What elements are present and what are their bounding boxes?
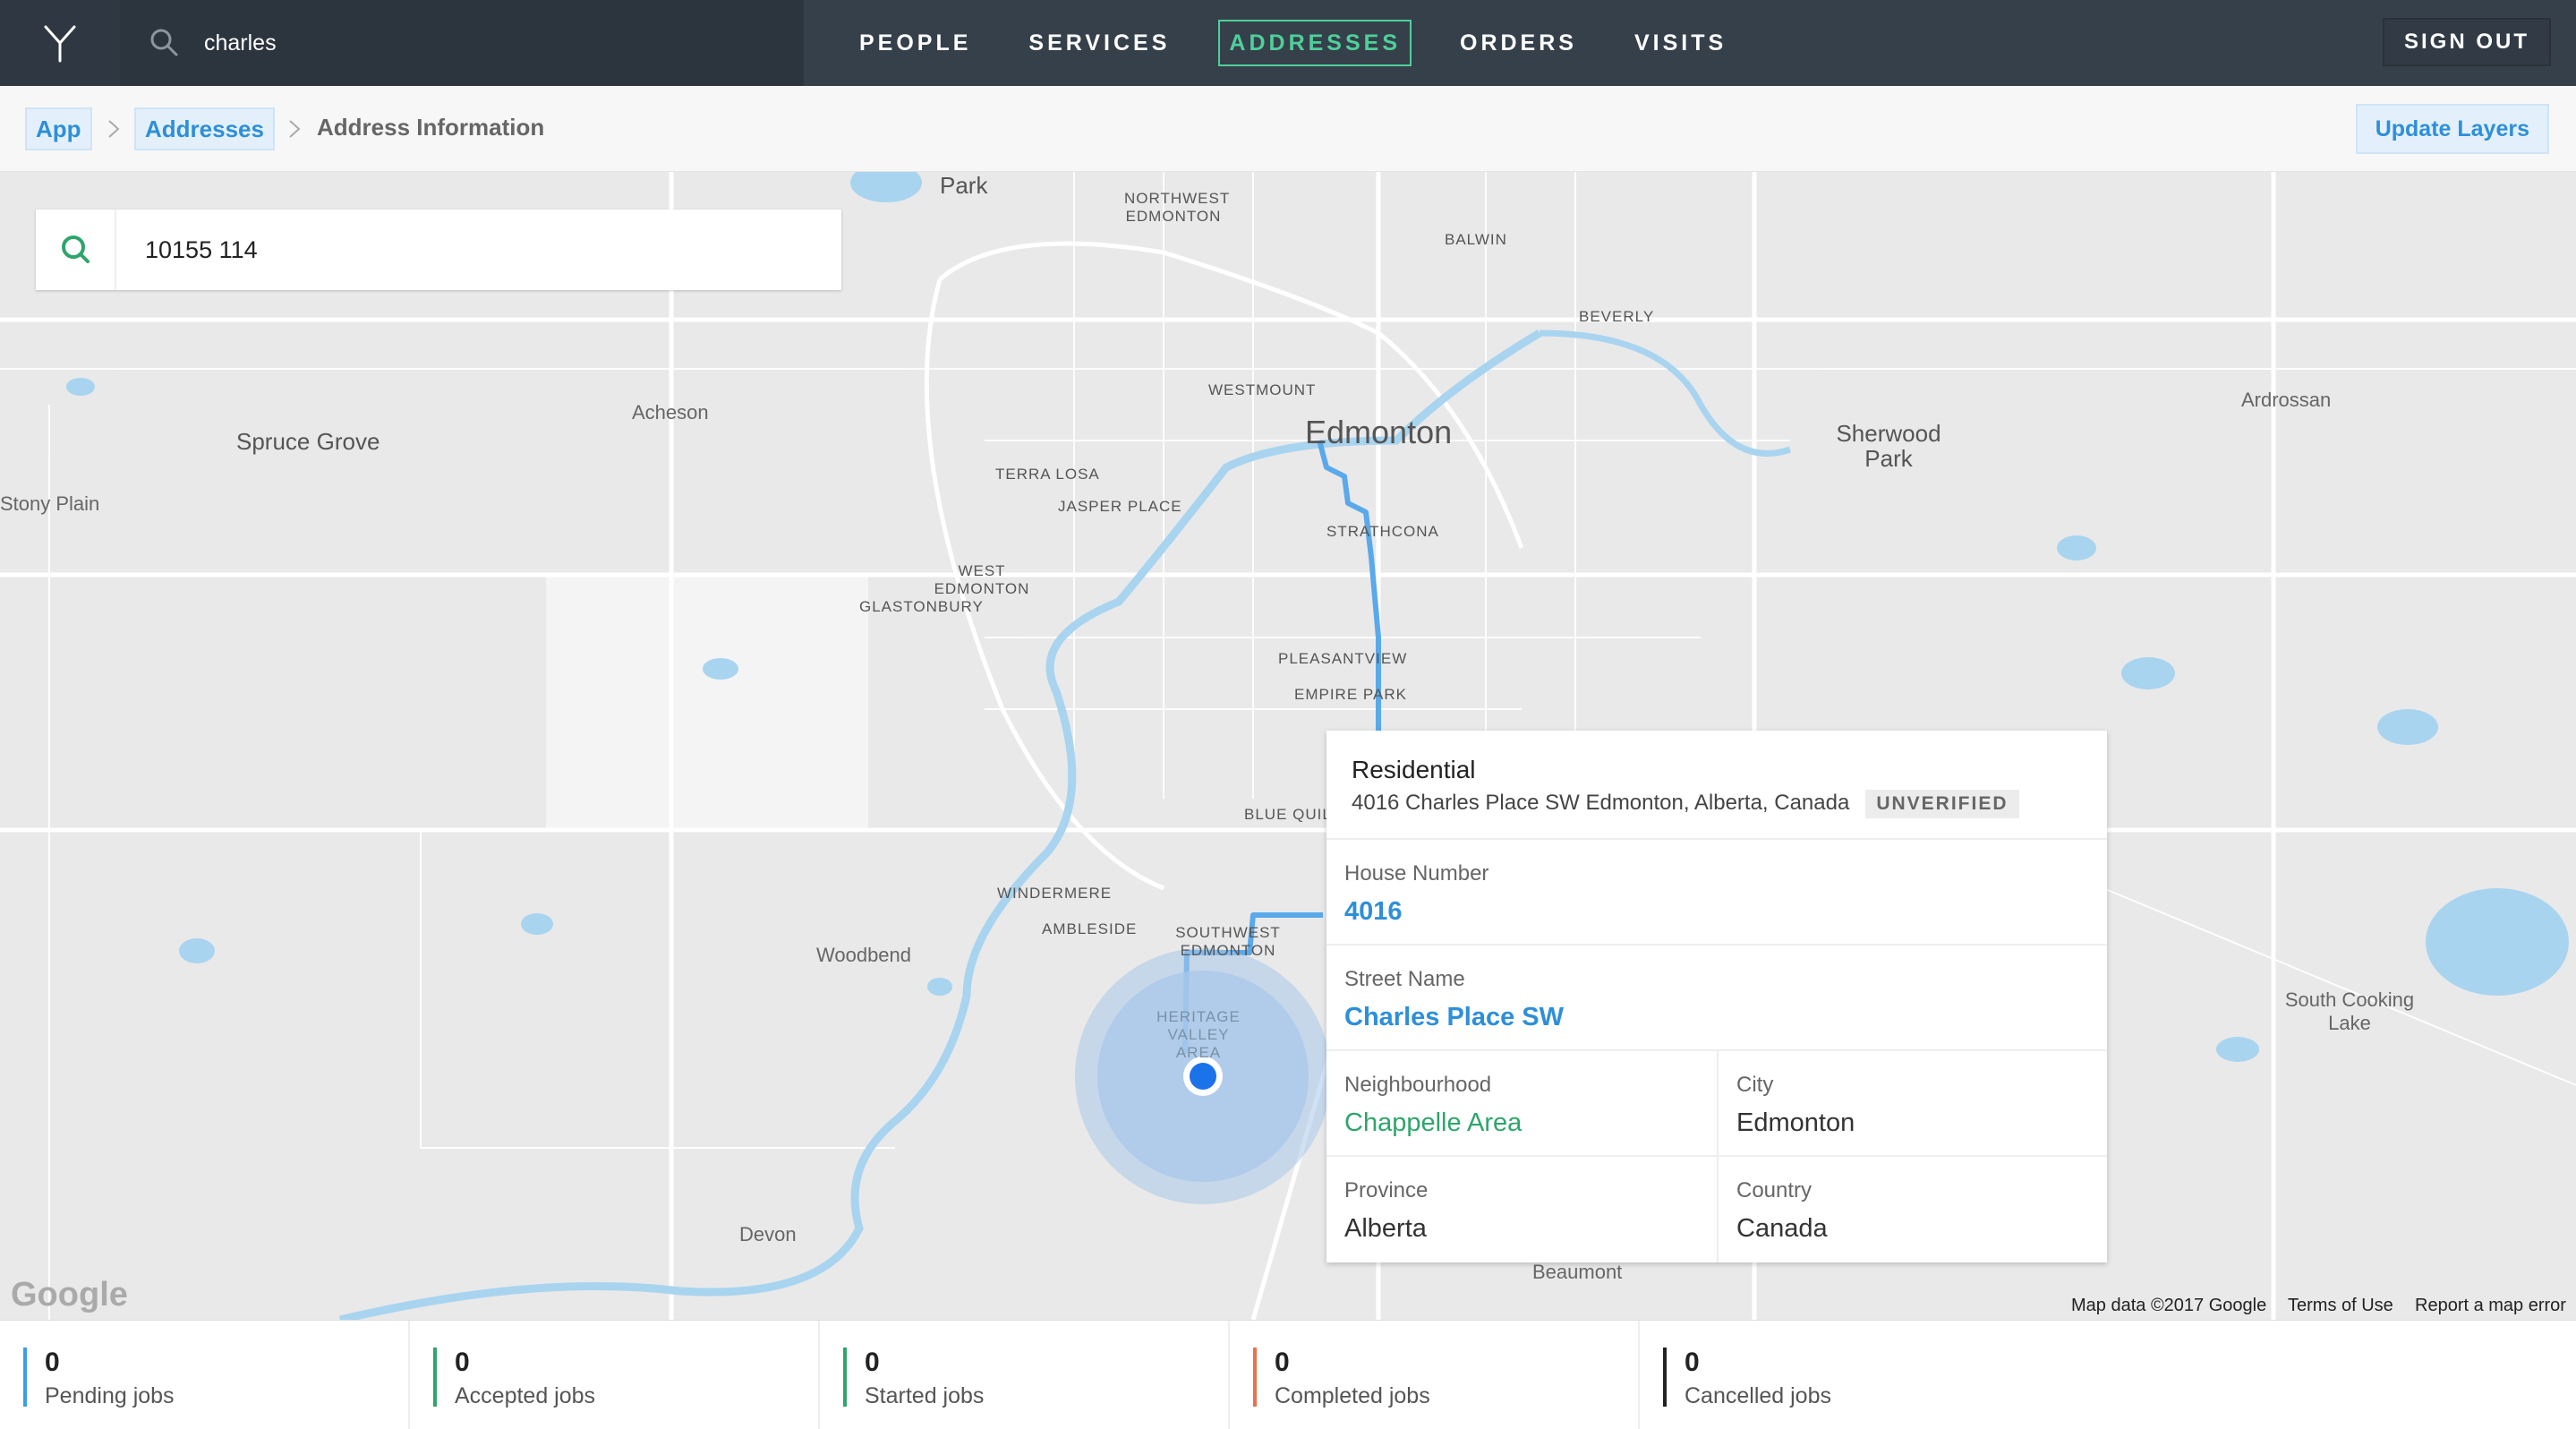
address-search-box[interactable]: 10155 114 (36, 210, 841, 290)
map-label: JASPER PLACE (1058, 498, 1182, 515)
field-label: Neighbourhood (1344, 1073, 1492, 1097)
city-value: Edmonton (1736, 1108, 1855, 1137)
update-layers-button[interactable]: Update Layers (2355, 104, 2549, 154)
search-icon (62, 235, 90, 263)
report-map-error-link[interactable]: Report a map error (2415, 1296, 2566, 1316)
map-label: STRATHCONA (1326, 523, 1439, 540)
map-label: Woodbend (816, 944, 912, 966)
status-badge: UNVERIFIED (1865, 790, 2019, 818)
app-logo[interactable] (0, 0, 120, 86)
stat-color-bar (1663, 1348, 1667, 1407)
stat-count: 0 (1275, 1348, 1290, 1377)
chevron-right-icon (289, 120, 301, 138)
stat-label: Cancelled jobs (1685, 1383, 1831, 1408)
full-address: 4016 Charles Place SW Edmonton, Alberta,… (1352, 791, 1850, 815)
map-data-attribution: Map data ©2017 Google (2071, 1296, 2267, 1315)
address-type: Residential (1352, 756, 1476, 783)
breadcrumb-addresses[interactable]: Addresses (134, 107, 275, 150)
map-label: WEST EDMONTON (934, 562, 1030, 597)
google-logo: Google (11, 1276, 128, 1313)
search-button[interactable] (36, 210, 116, 290)
province-country-row: Province Alberta Country Canada (1326, 1157, 2107, 1262)
map-label: NORTHWEST EDMONTON (1124, 190, 1231, 225)
breadcrumb: App Addresses Address Information Update… (0, 86, 2576, 172)
map-label: South Cooking Lake (2284, 988, 2415, 1034)
map-label: HERITAGE VALLEY AREA (1156, 1008, 1241, 1061)
stat-label: Pending jobs (45, 1383, 175, 1408)
street-name-row: Street Name Charles Place SW (1326, 946, 2107, 1051)
map-label: EMPIRE PARK (1294, 686, 1407, 703)
map-view[interactable]: Park NORTHWEST EDMONTON BALWIN BEVERLY W… (0, 172, 2576, 1320)
stat-completed[interactable]: 0 Completed jobs (1230, 1321, 1640, 1429)
field-label: House Number (1344, 861, 1489, 886)
map-label: SOUTHWEST EDMONTON (1175, 924, 1281, 959)
global-search[interactable]: charles (120, 0, 804, 86)
top-navigation-bar: charles PEOPLE SERVICES ADDRESSES ORDERS… (0, 0, 2576, 86)
neighbourhood-value[interactable]: Chappelle Area (1344, 1108, 1522, 1138)
map-label: Sherwood Park (1836, 420, 1941, 472)
breadcrumb-current: Address Information (317, 114, 545, 141)
map-label: Devon (739, 1223, 797, 1245)
map-label: TERRA LOSA (995, 466, 1100, 483)
chevron-right-icon (108, 120, 120, 138)
map-label: AMBLESIDE (1042, 920, 1138, 937)
map-label: Ardrossan (2241, 389, 2332, 411)
field-label: Province (1344, 1178, 1429, 1202)
neighbourhood-city-row: Neighbourhood Chappelle Area City Edmont… (1326, 1051, 2107, 1157)
stat-accepted[interactable]: 0 Accepted jobs (410, 1321, 820, 1429)
stat-color-bar (23, 1348, 27, 1407)
search-icon (150, 29, 178, 56)
map-label: Beaumont (1532, 1261, 1623, 1283)
field-label: City (1736, 1073, 1774, 1097)
stat-label: Completed jobs (1275, 1383, 1430, 1408)
main-nav: PEOPLE SERVICES ADDRESSES ORDERS VISITS (850, 0, 1775, 86)
stat-label: Started jobs (865, 1383, 985, 1408)
terms-of-use-link[interactable]: Terms of Use (2288, 1296, 2393, 1316)
map-label: Spruce Grove (236, 428, 380, 455)
stat-label: Accepted jobs (455, 1383, 596, 1408)
global-search-input[interactable]: charles (204, 25, 277, 61)
address-info-card: Residential 4016 Charles Place SW Edmont… (1326, 731, 2107, 1262)
stat-count: 0 (1685, 1348, 1700, 1377)
map-label: Park (940, 172, 988, 199)
nav-addresses[interactable]: ADDRESSES (1218, 20, 1412, 66)
job-stats-bar: 0 Pending jobs 0 Accepted jobs 0 Started… (0, 1320, 2576, 1429)
breadcrumb-app[interactable]: App (25, 107, 92, 150)
address-search-input[interactable]: 10155 114 (145, 210, 258, 290)
card-header: Residential 4016 Charles Place SW Edmont… (1326, 731, 2107, 840)
stat-color-bar (1253, 1348, 1257, 1407)
nav-orders[interactable]: ORDERS (1451, 21, 1586, 64)
stat-count: 0 (45, 1348, 60, 1377)
province-value: Alberta (1344, 1214, 1427, 1243)
field-label: Street Name (1344, 967, 1465, 991)
map-label: PLEASANTVIEW (1278, 650, 1408, 667)
stat-color-bar (433, 1348, 437, 1407)
stat-color-bar (843, 1348, 847, 1407)
house-number-value[interactable]: 4016 (1344, 897, 1488, 927)
map-label: Stony Plain (0, 492, 100, 515)
map-canvas[interactable] (0, 172, 2576, 1320)
map-label: BEVERLY (1579, 308, 1655, 325)
map-label: GLASTONBURY (859, 598, 984, 615)
map-label: Edmonton (1305, 414, 1453, 450)
stat-count: 0 (455, 1348, 470, 1377)
map-label: WINDERMERE (997, 885, 1113, 902)
stat-pending[interactable]: 0 Pending jobs (0, 1321, 410, 1429)
map-label: Acheson (632, 401, 709, 424)
nav-services[interactable]: SERVICES (1019, 21, 1179, 64)
street-name-value[interactable]: Charles Place SW (1344, 1003, 1564, 1032)
stat-cancelled[interactable]: 0 Cancelled jobs (1640, 1321, 2050, 1429)
map-label: WESTMOUNT (1208, 381, 1317, 398)
logo-icon (44, 25, 76, 63)
stat-started[interactable]: 0 Started jobs (820, 1321, 1230, 1429)
map-label: BALWIN (1445, 231, 1507, 248)
field-label: Country (1736, 1178, 1813, 1202)
house-number-row: House Number 4016 (1326, 840, 2107, 946)
nav-people[interactable]: PEOPLE (850, 21, 980, 64)
sign-out-button[interactable]: SIGN OUT (2382, 18, 2551, 66)
stat-count: 0 (865, 1348, 880, 1377)
country-value: Canada (1736, 1214, 1828, 1243)
nav-visits[interactable]: VISITS (1625, 21, 1736, 64)
